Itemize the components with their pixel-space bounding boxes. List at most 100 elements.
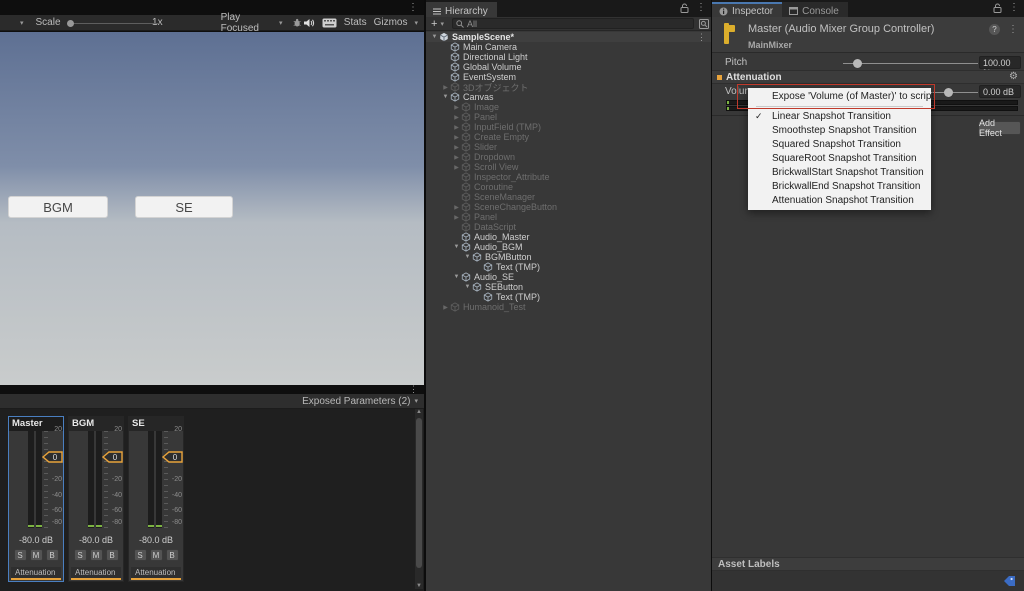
bgm-button[interactable]: BGM (8, 196, 108, 218)
volume-slider-knob[interactable] (944, 88, 953, 97)
tab-hierarchy[interactable]: Hierarchy (426, 2, 497, 17)
volume-fader-handle[interactable]: 0 (42, 450, 63, 462)
kebab-menu-icon[interactable]: ⋮ (696, 3, 706, 13)
expand-arrow-icon[interactable]: ▼ (452, 244, 461, 250)
mute-button[interactable]: M (90, 549, 103, 561)
hierarchy-item[interactable]: DataScript (426, 222, 711, 232)
mixer-strip-bgm[interactable]: BGM20-20-40-60-800-80.0 dBSMBAttenuation (68, 416, 124, 582)
context-menu-item[interactable]: Expose 'Volume (of Master)' to script (748, 90, 931, 104)
bypass-button[interactable]: B (166, 549, 179, 561)
hierarchy-item[interactable]: ▼Audio_SE (426, 272, 711, 282)
chevron-down-icon[interactable]: ▾ (440, 20, 444, 28)
asset-labels-header[interactable]: Asset Labels (712, 557, 1024, 571)
solo-button[interactable]: S (134, 549, 147, 561)
scale-slider[interactable] (67, 18, 149, 28)
kebab-menu-icon[interactable]: ⋮ (408, 3, 418, 13)
keyboard-icon[interactable] (322, 18, 337, 28)
bypass-button[interactable]: B (106, 549, 119, 561)
context-menu-item[interactable]: Smoothstep Snapshot Transition (748, 124, 931, 138)
expand-arrow-icon[interactable]: ▶ (452, 164, 461, 171)
pitch-slider-knob[interactable] (853, 59, 862, 68)
hierarchy-item[interactable]: Inspector_Attribute (426, 172, 711, 182)
tab-inspector[interactable]: Inspector (712, 2, 782, 17)
expand-arrow-icon[interactable]: ▶ (452, 114, 461, 121)
gizmos-caret-icon[interactable]: ▾ (414, 19, 418, 27)
expand-arrow-icon[interactable]: ▶ (452, 124, 461, 131)
expand-arrow-icon[interactable]: ▼ (463, 284, 472, 290)
expand-arrow-icon[interactable]: ▶ (452, 214, 461, 221)
kebab-menu-icon[interactable]: ⋮ (697, 32, 706, 43)
hierarchy-item[interactable]: Audio_Master (426, 232, 711, 242)
hierarchy-item[interactable]: ▶Create Empty (426, 132, 711, 142)
attenuation-effect-slot[interactable]: Attenuation (71, 567, 121, 580)
hierarchy-item[interactable]: ▶3Dオブジェクト (426, 82, 711, 92)
stats-toggle[interactable]: Stats (344, 17, 367, 28)
expand-arrow-icon[interactable]: ▶ (452, 204, 461, 211)
play-focused-dropdown[interactable]: Play Focused ▾ (221, 12, 283, 34)
bypass-button[interactable]: B (46, 549, 59, 561)
solo-button[interactable]: S (14, 549, 27, 561)
context-menu-item[interactable]: SquareRoot Snapshot Transition (748, 152, 931, 166)
mute-audio-icon[interactable] (303, 18, 315, 28)
scroll-down-icon[interactable]: ▼ (415, 583, 423, 589)
mute-button[interactable]: M (150, 549, 163, 561)
pitch-slider-track[interactable] (843, 63, 978, 64)
solo-button[interactable]: S (74, 549, 87, 561)
hierarchy-item[interactable]: ▶Humanoid_Test (426, 302, 711, 312)
hierarchy-item[interactable]: ▶Dropdown (426, 152, 711, 162)
hierarchy-item[interactable]: ▼SEButton (426, 282, 711, 292)
volume-value-field[interactable]: 0.00 dB (979, 85, 1021, 98)
expand-arrow-icon[interactable]: ▶ (441, 84, 450, 91)
hierarchy-item[interactable]: Text (TMP) (426, 262, 711, 272)
expand-arrow-icon[interactable]: ▼ (430, 34, 439, 40)
scrollbar-thumb[interactable] (416, 418, 422, 568)
attenuation-section-header[interactable]: Attenuation ⚙ (712, 70, 1024, 84)
mute-button[interactable]: M (30, 549, 43, 561)
hierarchy-item[interactable]: Coroutine (426, 182, 711, 192)
exposed-parameters-dropdown[interactable]: Exposed Parameters (2) (302, 396, 410, 407)
label-tag-icon[interactable] (1003, 575, 1016, 587)
hierarchy-item[interactable]: ▶Panel (426, 112, 711, 122)
hierarchy-item[interactable]: Directional Light (426, 52, 711, 62)
hierarchy-item[interactable]: ▼Canvas (426, 92, 711, 102)
gear-icon[interactable]: ⚙ (1009, 71, 1018, 82)
lock-icon[interactable] (680, 3, 689, 13)
search-preset-icon[interactable] (699, 19, 709, 29)
pitch-value-field[interactable]: 100.00 % (979, 56, 1021, 69)
kebab-menu-icon[interactable]: ⋮ (1008, 25, 1018, 35)
hierarchy-item[interactable]: ▶Scroll View (426, 162, 711, 172)
expand-arrow-icon[interactable]: ▶ (452, 154, 461, 161)
hierarchy-item[interactable]: ▶Slider (426, 142, 711, 152)
se-button[interactable]: SE (135, 196, 233, 218)
hierarchy-item[interactable]: ▼SampleScene*⋮ (426, 32, 711, 42)
attenuation-effect-slot[interactable]: Attenuation (131, 567, 181, 580)
hierarchy-item[interactable]: SceneManager (426, 192, 711, 202)
context-menu-item[interactable]: Attenuation Snapshot Transition (748, 194, 931, 208)
context-menu-item[interactable]: BrickwallStart Snapshot Transition (748, 166, 931, 180)
hierarchy-item[interactable]: ▶Image (426, 102, 711, 112)
kebab-menu-icon[interactable]: ⋮ (1009, 3, 1019, 13)
hierarchy-item[interactable]: ▶SceneChangeButton (426, 202, 711, 212)
add-effect-button[interactable]: Add Effect (978, 121, 1021, 135)
context-menu-item[interactable]: Squared Snapshot Transition (748, 138, 931, 152)
add-gameobject-button[interactable]: + (431, 18, 437, 30)
hierarchy-search-input[interactable]: All (452, 18, 694, 29)
gizmos-dropdown[interactable]: Gizmos (374, 17, 408, 28)
hierarchy-item[interactable]: Text (TMP) (426, 292, 711, 302)
mixer-scrollbar[interactable]: ▲ ▼ (415, 409, 423, 589)
expand-arrow-icon[interactable]: ▼ (441, 94, 450, 100)
help-icon[interactable]: ? (989, 24, 1000, 35)
scroll-up-icon[interactable]: ▲ (415, 409, 423, 415)
expand-arrow-icon[interactable]: ▼ (463, 254, 472, 260)
volume-fader-handle[interactable]: 0 (102, 450, 123, 462)
context-menu-item[interactable]: BrickwallEnd Snapshot Transition (748, 180, 931, 194)
expand-arrow-icon[interactable]: ▶ (441, 304, 450, 311)
display-dropdown-icon[interactable]: ▾ (20, 19, 24, 27)
hierarchy-item[interactable]: Global Volume (426, 62, 711, 72)
hierarchy-item[interactable]: Main Camera (426, 42, 711, 52)
expand-arrow-icon[interactable]: ▶ (452, 134, 461, 141)
tab-console[interactable]: Console (782, 2, 848, 17)
volume-fader-handle[interactable]: 0 (162, 450, 183, 462)
mixer-strip-se[interactable]: SE20-20-40-60-800-80.0 dBSMBAttenuation (128, 416, 184, 582)
attenuation-effect-slot[interactable]: Attenuation (11, 567, 61, 580)
